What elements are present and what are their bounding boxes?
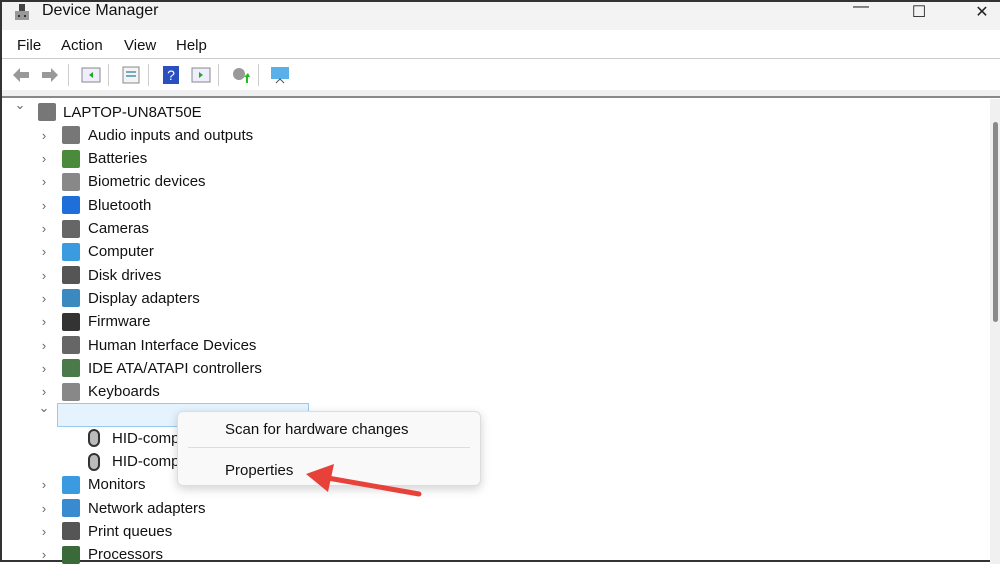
mouse-icon bbox=[88, 429, 100, 448]
chevron-right-icon[interactable]: › bbox=[38, 268, 50, 283]
mouse-icon bbox=[88, 452, 100, 471]
hid-icon bbox=[62, 336, 80, 354]
category-label: Audio inputs and outputs bbox=[88, 126, 254, 144]
action-pane-icon[interactable] bbox=[191, 65, 211, 85]
category-label: Cameras bbox=[88, 220, 149, 237]
tree-category[interactable]: › Human Interface Devices bbox=[2, 334, 602, 356]
category-label: Human Interface Devices bbox=[88, 336, 257, 354]
bluetooth-icon bbox=[62, 196, 80, 215]
chevron-down-icon[interactable]: ⌄ bbox=[14, 97, 26, 113]
category-label: Network adapters bbox=[88, 499, 206, 517]
chevron-right-icon[interactable]: › bbox=[38, 501, 50, 516]
menu-bar: File Action View Help bbox=[2, 30, 1000, 59]
minimize-button[interactable]: — bbox=[846, 0, 876, 16]
vertical-scrollbar[interactable] bbox=[990, 99, 1000, 564]
chevron-right-icon[interactable]: › bbox=[38, 198, 50, 213]
scan-hardware-icon[interactable] bbox=[270, 65, 290, 85]
help-icon[interactable]: ? bbox=[161, 65, 181, 85]
tree-category[interactable]: › Disk drives bbox=[2, 264, 602, 286]
root-label: LAPTOP-UN8AT50E bbox=[63, 103, 202, 121]
chevron-right-icon[interactable]: › bbox=[38, 221, 50, 236]
menu-view[interactable]: View bbox=[124, 37, 156, 54]
toolbar-separator bbox=[2, 90, 1000, 98]
category-label: Keyboards bbox=[88, 383, 160, 401]
tree-category[interactable]: › Keyboards bbox=[2, 381, 602, 403]
category-label: Biometric devices bbox=[88, 173, 206, 191]
category-label: IDE ATA/ATAPI controllers bbox=[88, 359, 262, 377]
tree-category[interactable]: › Print queues bbox=[2, 520, 602, 542]
processor-icon bbox=[62, 545, 80, 564]
category-label: Disk drives bbox=[88, 266, 162, 284]
camera-icon bbox=[62, 219, 80, 238]
tree-category[interactable]: › IDE ATA/ATAPI controllers bbox=[2, 357, 602, 379]
battery-icon bbox=[62, 149, 80, 168]
chevron-right-icon[interactable]: › bbox=[38, 314, 50, 329]
printer-icon bbox=[62, 522, 80, 541]
scrollbar-thumb[interactable] bbox=[993, 122, 998, 322]
device-manager-icon bbox=[15, 4, 29, 20]
ide-icon bbox=[62, 359, 80, 378]
back-icon[interactable] bbox=[11, 65, 31, 85]
chevron-right-icon[interactable]: › bbox=[38, 524, 50, 539]
tree-category[interactable]: › Biometric devices bbox=[2, 171, 602, 193]
context-menu-properties[interactable]: Properties bbox=[225, 462, 293, 479]
tree-category[interactable]: › Processors bbox=[2, 544, 602, 566]
tree-category[interactable]: › Batteries bbox=[2, 148, 602, 170]
show-hide-console-tree-icon[interactable] bbox=[81, 65, 101, 85]
chevron-down-icon[interactable]: ⌄ bbox=[38, 400, 50, 416]
forward-icon[interactable] bbox=[40, 65, 60, 85]
tree-category[interactable]: › Display adapters bbox=[2, 287, 602, 309]
close-button[interactable]: ✕ bbox=[967, 2, 997, 22]
update-driver-icon[interactable] bbox=[231, 65, 251, 85]
disk-icon bbox=[62, 266, 80, 285]
tree-category[interactable]: › Bluetooth bbox=[2, 194, 602, 216]
network-icon bbox=[62, 499, 80, 518]
chevron-right-icon[interactable]: › bbox=[38, 477, 50, 492]
chevron-right-icon[interactable]: › bbox=[38, 244, 50, 259]
chevron-right-icon[interactable]: › bbox=[38, 174, 50, 189]
svg-text:?: ? bbox=[167, 67, 175, 83]
tree-category[interactable]: › Firmware bbox=[2, 311, 602, 333]
category-label: Batteries bbox=[88, 150, 148, 168]
maximize-button[interactable]: ☐ bbox=[904, 2, 934, 22]
fingerprint-icon bbox=[62, 172, 80, 191]
category-label: Computer bbox=[88, 243, 154, 261]
keyboard-icon bbox=[62, 382, 80, 401]
menu-file[interactable]: File bbox=[17, 37, 41, 54]
chevron-right-icon[interactable]: › bbox=[38, 384, 50, 399]
speaker-icon bbox=[62, 126, 80, 145]
chevron-right-icon[interactable]: › bbox=[38, 151, 50, 166]
menu-action[interactable]: Action bbox=[61, 37, 103, 54]
toolbar: ? bbox=[2, 60, 1000, 90]
computer-icon bbox=[62, 242, 80, 261]
window-title: Device Manager bbox=[42, 2, 159, 19]
tree-category[interactable]: › Audio inputs and outputs bbox=[2, 124, 602, 146]
category-label: Firmware bbox=[88, 313, 151, 331]
computer-root-icon bbox=[38, 103, 56, 121]
title-bar: Device Manager — ☐ ✕ bbox=[2, 0, 1000, 30]
display-adapter-icon bbox=[62, 289, 80, 308]
firmware-icon bbox=[62, 312, 80, 331]
category-label: Print queues bbox=[88, 522, 173, 540]
tree-root[interactable]: ⌄ LAPTOP-UN8AT50E bbox=[2, 97, 602, 123]
chevron-right-icon[interactable]: › bbox=[38, 361, 50, 376]
tree-category[interactable]: › Computer bbox=[2, 241, 602, 263]
context-menu-separator bbox=[188, 447, 470, 448]
device-tree: ⌄ LAPTOP-UN8AT50E › Audio inputs and output… bbox=[2, 97, 992, 566]
category-label: Bluetooth bbox=[88, 196, 152, 214]
chevron-right-icon[interactable]: › bbox=[38, 128, 50, 143]
chevron-right-icon[interactable]: › bbox=[38, 547, 50, 562]
monitor-icon bbox=[62, 475, 80, 494]
category-label: Display adapters bbox=[88, 289, 200, 307]
tree-category[interactable]: › Cameras bbox=[2, 218, 602, 240]
menu-help[interactable]: Help bbox=[176, 37, 207, 54]
category-label: Monitors bbox=[88, 476, 146, 494]
category-label: Processors bbox=[88, 546, 164, 564]
chevron-right-icon[interactable]: › bbox=[38, 291, 50, 306]
annotation-arrow bbox=[306, 464, 422, 497]
context-menu-scan-for-hardware-changes[interactable]: Scan for hardware changes bbox=[225, 421, 408, 438]
properties-icon[interactable] bbox=[121, 65, 141, 85]
chevron-right-icon[interactable]: › bbox=[38, 338, 50, 353]
